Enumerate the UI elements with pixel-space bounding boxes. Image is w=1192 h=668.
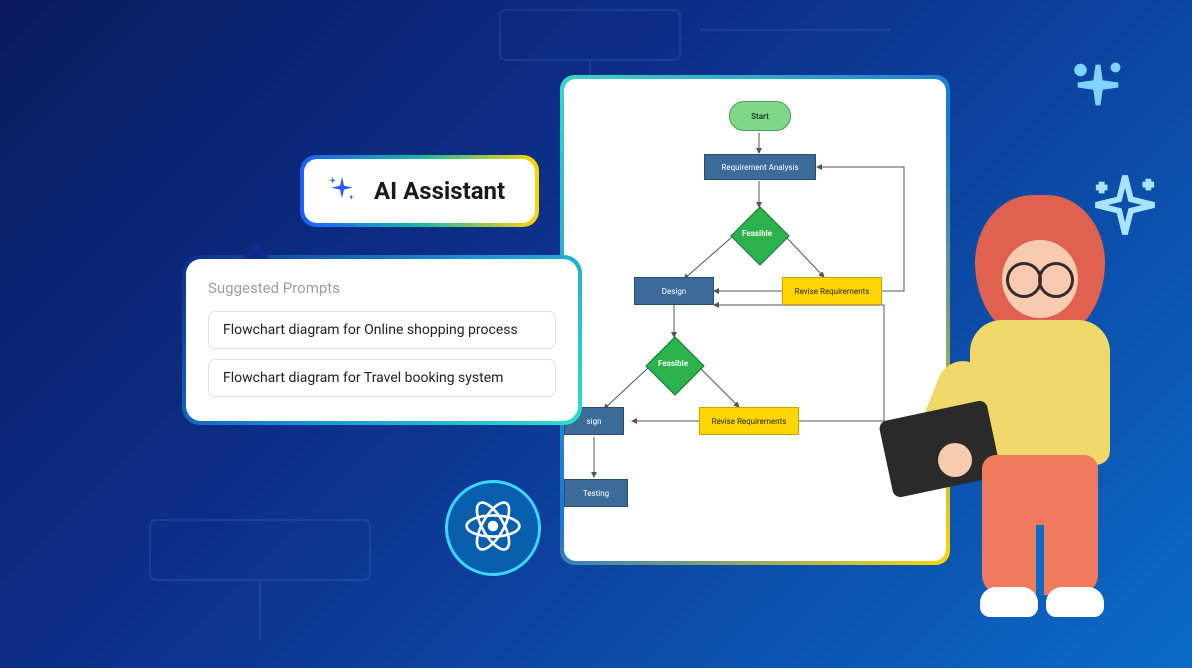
prompt-chip[interactable]: Flowchart diagram for Travel booking sys… bbox=[208, 359, 556, 397]
flow-node-revise-1[interactable]: Revise Requirements bbox=[782, 277, 882, 305]
ai-assistant-label: AI Assistant bbox=[374, 177, 505, 205]
flow-node-start[interactable]: Start bbox=[729, 101, 791, 131]
sparkle-icon bbox=[1068, 60, 1128, 120]
flow-node-requirement-analysis[interactable]: Requirement Analysis bbox=[704, 154, 816, 180]
flow-node-revise-2[interactable]: Revise Requirements bbox=[699, 407, 799, 435]
prompt-chip[interactable]: Flowchart diagram for Online shopping pr… bbox=[208, 311, 556, 349]
flow-node-feasible-1[interactable] bbox=[730, 206, 789, 265]
ai-assistant-pill[interactable]: AI Assistant bbox=[300, 155, 539, 227]
suggested-prompts-panel: Suggested Prompts Flowchart diagram for … bbox=[182, 255, 582, 425]
avatar-character bbox=[940, 195, 1150, 625]
suggested-prompts-heading: Suggested Prompts bbox=[208, 279, 556, 297]
react-badge bbox=[445, 480, 541, 576]
glasses-icon bbox=[1002, 267, 1078, 291]
react-icon bbox=[464, 497, 522, 559]
flow-node-design-1[interactable]: Design bbox=[634, 277, 714, 305]
flow-node-testing[interactable]: Testing bbox=[564, 479, 628, 507]
sparkle-icon bbox=[326, 173, 358, 209]
flow-node-feasible-2[interactable] bbox=[645, 336, 704, 395]
flowchart-card: Start Requirement Analysis Feasible Desi… bbox=[560, 75, 950, 565]
